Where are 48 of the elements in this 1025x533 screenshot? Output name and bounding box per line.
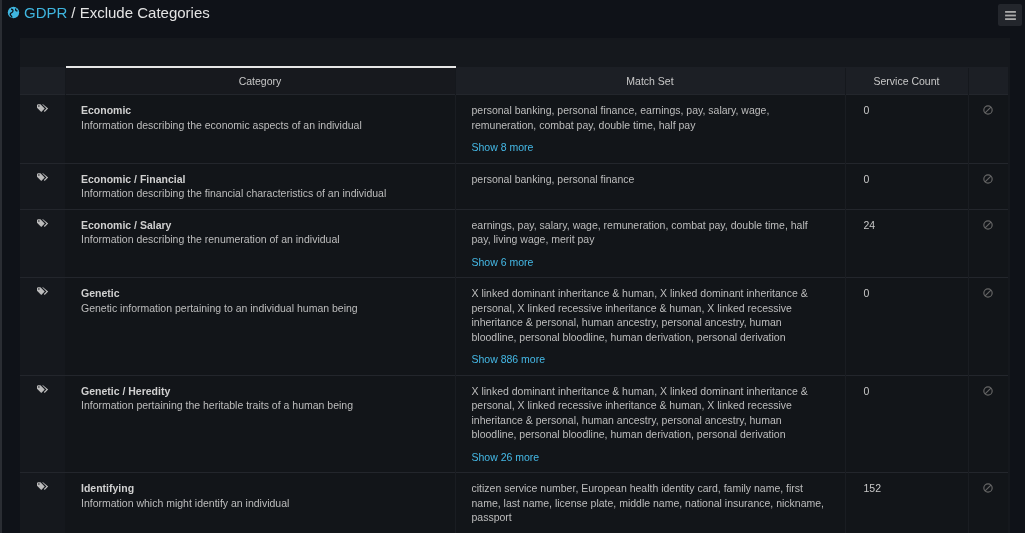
page-title: / Exclude Categories (71, 4, 210, 21)
match-set-text: personal banking, personal finance (471, 171, 636, 186)
disable-icon[interactable] (983, 483, 994, 493)
category-description: Information which might identify an individual (81, 495, 291, 510)
disable-icon[interactable] (983, 173, 994, 184)
match-set-text: citizen service number, European health identity card, family name, first name, last name, license plate, middle name, national insurance, nickname, passport (471, 481, 825, 525)
tag-icon (36, 104, 49, 113)
show-more-link[interactable]: Show 886 more (471, 352, 546, 367)
service-count: 152 (863, 482, 882, 494)
disable-icon[interactable] (983, 219, 994, 230)
category-description: Information pertaining the heritable traits of a human being (81, 398, 354, 413)
category-description: Information describing the financial characteristics of an individual (81, 186, 388, 201)
breadcrumb-link[interactable]: GDPR (24, 4, 68, 21)
tag-icon (36, 482, 49, 491)
category-name: Economic / Financial (81, 171, 187, 186)
category-name: Identifying (81, 481, 136, 496)
match-set-text: personal banking, personal finance, earnings, pay, salary, wage, remuneration, combat pay, double time, half pay (471, 103, 771, 132)
tag-icon (36, 172, 49, 182)
disable-icon[interactable] (983, 385, 994, 396)
disable-icon[interactable] (983, 288, 994, 298)
match-set-text: X linked dominant inheritance & human, X linked dominant inheritance & personal, X linked recessive inheritance & human, X linked recessive inheritance & personal, human ancestry, personal ancestry, human bloodline, personal bloodline, human derivation, personal derivation (471, 286, 809, 344)
column-header[interactable]: Match Set (455, 67, 845, 95)
category-name: Genetic (81, 286, 121, 301)
category-name: Genetic / Heredity (81, 383, 172, 398)
show-more-link[interactable]: Show 6 more (471, 254, 534, 269)
column-header[interactable]: Service Count (845, 67, 968, 95)
category-description: Information describing the renumeration of an individual (81, 232, 341, 247)
globe-icon (7, 6, 20, 19)
service-count: 0 (863, 384, 870, 397)
service-count: 0 (863, 287, 870, 299)
show-more-link[interactable]: Show 8 more (471, 140, 534, 155)
service-count: 0 (863, 104, 870, 116)
tag-icon (36, 384, 49, 394)
category-name: Economic (81, 103, 133, 118)
category-description: Information describing the economic aspects of an individual (81, 117, 363, 132)
show-more-link[interactable]: Show 26 more (471, 449, 540, 464)
tag-icon (36, 218, 49, 228)
menu-button[interactable] (998, 4, 1022, 26)
category-name: Economic / Salary (81, 217, 173, 232)
service-count: 24 (863, 218, 876, 231)
menu-icon (1004, 10, 1016, 20)
match-set-text: X linked dominant inheritance & human, X linked dominant inheritance & personal, X linked recessive inheritance & human, X linked recessive inheritance & personal, human ancestry, personal ancestry, human bloodline, personal bloodline, human derivation, personal derivation (471, 383, 809, 442)
match-set-text: earnings, pay, salary, wage, remuneration, combat pay, double time, half pay, living wage, merit pay (471, 217, 809, 247)
service-count: 0 (863, 172, 870, 185)
tag-icon (36, 287, 49, 296)
category-description: Genetic information pertaining to an individual human being (81, 300, 359, 315)
column-header[interactable]: Category (65, 67, 455, 95)
disable-icon[interactable] (983, 105, 994, 115)
